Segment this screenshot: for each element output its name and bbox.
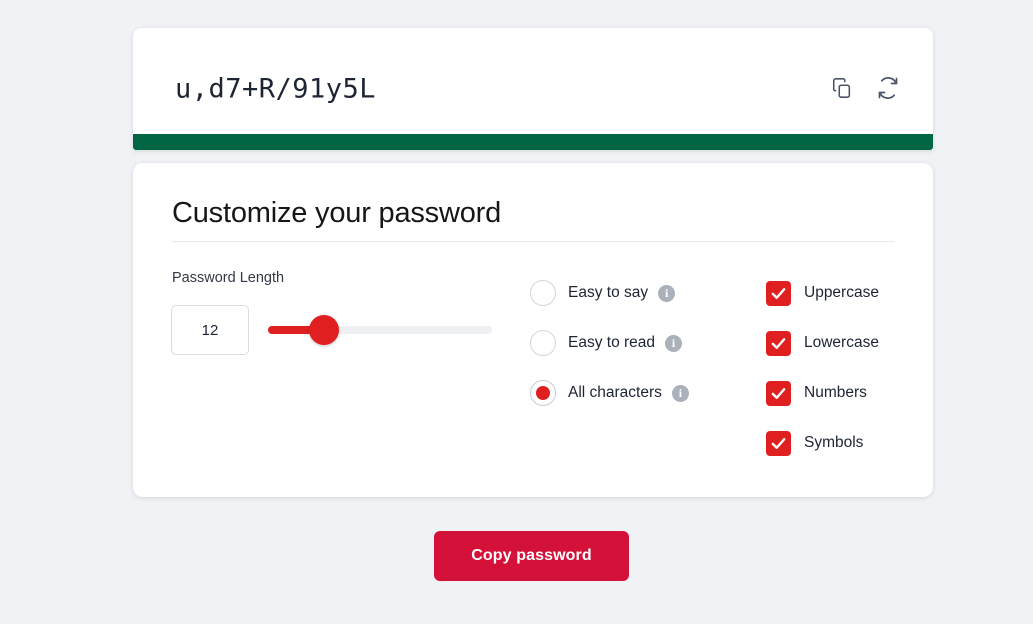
- password-strength-fill: [133, 134, 933, 150]
- radio-button[interactable]: [530, 380, 556, 406]
- radio-dot-icon: [536, 386, 550, 400]
- checkbox[interactable]: [766, 430, 791, 456]
- radio-button[interactable]: [530, 280, 556, 306]
- character-set-label: Numbers: [804, 384, 867, 401]
- character-mode-option[interactable]: Easy to read i: [530, 318, 689, 368]
- character-mode-label: Easy to say: [568, 284, 649, 301]
- character-set-label: Lowercase: [804, 334, 879, 351]
- character-set-label: Uppercase: [804, 284, 879, 301]
- checkmark-icon: [771, 337, 786, 349]
- character-mode-label: Easy to read: [568, 334, 656, 351]
- copy-icon-button[interactable]: [827, 74, 857, 104]
- title-divider: [172, 241, 894, 242]
- password-length-input[interactable]: [171, 305, 249, 355]
- radio-button[interactable]: [530, 330, 556, 356]
- password-actions: [827, 74, 903, 104]
- slider-thumb[interactable]: [309, 315, 339, 345]
- character-set-group: Uppercase Lowercase Numbers Symbols: [766, 268, 879, 468]
- customize-title: Customize your password: [172, 197, 502, 229]
- refresh-icon: [876, 76, 900, 103]
- character-mode-group: Easy to say i Easy to read i All characters i: [530, 268, 689, 418]
- checkbox[interactable]: [766, 330, 791, 356]
- character-mode-option[interactable]: Easy to say i: [530, 268, 689, 318]
- checkmark-icon: [771, 287, 786, 299]
- character-set-option[interactable]: Uppercase: [766, 268, 879, 318]
- generated-password-text[interactable]: u,d7+R/91y5L: [175, 74, 376, 105]
- checkbox[interactable]: [766, 280, 791, 306]
- checkmark-icon: [771, 437, 786, 449]
- copy-password-button[interactable]: Copy password: [434, 531, 629, 581]
- character-mode-label: All characters: [568, 384, 662, 401]
- info-icon[interactable]: i: [658, 284, 676, 302]
- character-mode-option[interactable]: All characters i: [530, 368, 689, 418]
- copy-icon: [831, 77, 853, 102]
- checkmark-icon: [771, 387, 786, 399]
- character-set-label: Symbols: [804, 434, 864, 451]
- character-set-option[interactable]: Lowercase: [766, 318, 879, 368]
- password-strength-bar: [133, 134, 933, 150]
- info-icon[interactable]: i: [665, 334, 683, 352]
- password-length-label: Password Length: [172, 270, 285, 286]
- password-display-card: u,d7+R/91y5L: [133, 28, 933, 150]
- customize-password-card: Customize your password Password Length …: [133, 163, 933, 497]
- checkbox[interactable]: [766, 380, 791, 406]
- character-set-option[interactable]: Numbers: [766, 368, 879, 418]
- character-set-option[interactable]: Symbols: [766, 418, 879, 468]
- password-length-slider[interactable]: [268, 315, 492, 345]
- refresh-icon-button[interactable]: [873, 74, 903, 104]
- info-icon[interactable]: i: [671, 384, 689, 402]
